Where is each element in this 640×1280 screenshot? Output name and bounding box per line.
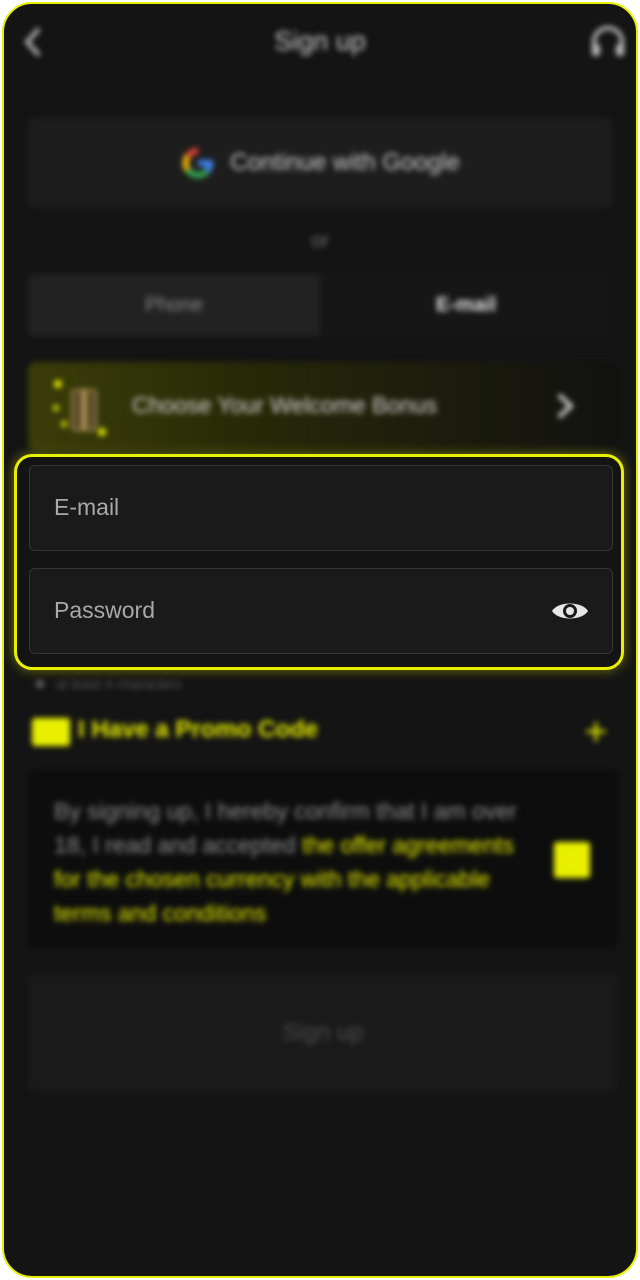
eye-icon[interactable] [550, 597, 590, 625]
credentials-highlight: E-mail Password [14, 454, 624, 670]
welcome-bonus-label: Choose Your Welcome Bonus [132, 392, 438, 418]
sign-up-button[interactable]: Sign up [28, 974, 618, 1092]
app-frame: Sign up Continue with Google or Phone E- [2, 2, 638, 1278]
gift-icon [53, 380, 106, 436]
email-placeholder: E-mail [54, 494, 120, 520]
bullet-icon [36, 680, 44, 688]
password-field[interactable]: Password [29, 568, 613, 654]
tab-email[interactable]: E-mail [320, 274, 612, 336]
tab-phone[interactable]: Phone [28, 274, 320, 336]
google-button-label: Continue with Google [230, 149, 460, 176]
email-field[interactable]: E-mail [29, 465, 613, 551]
terms-text: By signing up, I hereby confirm that I a… [54, 794, 540, 930]
welcome-bonus-banner[interactable]: Choose Your Welcome Bonus [28, 362, 618, 450]
ticket-icon [32, 718, 70, 746]
or-divider: or [311, 230, 329, 252]
password-hint-text: at least 4 characters [56, 676, 183, 692]
page-title: Sign up [274, 26, 366, 56]
promo-code-toggle[interactable]: I Have a Promo Code + [28, 710, 618, 754]
promo-code-label: I Have a Promo Code [78, 716, 319, 743]
header: Sign up [4, 18, 636, 68]
signup-method-tabs: Phone E-mail [28, 274, 612, 336]
password-placeholder: Password [54, 597, 155, 623]
chevron-right-icon [558, 394, 574, 418]
terms-checkbox[interactable] [554, 842, 590, 878]
plus-icon[interactable]: + [578, 710, 614, 754]
terms-consent: By signing up, I hereby confirm that I a… [28, 770, 618, 948]
headset-icon [592, 26, 624, 56]
google-icon [183, 148, 214, 179]
password-hint: at least 4 characters [36, 676, 182, 692]
support-button[interactable] [588, 22, 628, 62]
continue-with-google-button[interactable]: Continue with Google [28, 118, 612, 208]
